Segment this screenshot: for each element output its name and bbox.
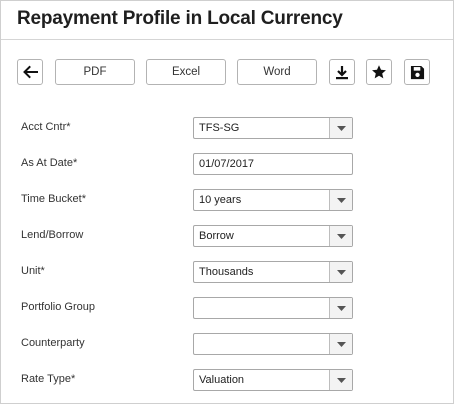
as-at-date-label: As At Date* [21, 157, 78, 169]
chevron-down-icon[interactable] [329, 370, 352, 390]
arrow-left-icon [22, 65, 38, 79]
chevron-down-icon[interactable] [329, 226, 352, 246]
word-button[interactable]: Word [237, 59, 317, 85]
counterparty-label: Counterparty [21, 337, 85, 349]
acct-cntr-value: TFS-SG [199, 122, 240, 134]
acct-cntr-select[interactable]: TFS-SG [193, 117, 353, 139]
floppy-disk-icon [410, 65, 425, 80]
report-panel: Repayment Profile in Local Currency PDF … [0, 0, 454, 404]
chevron-down-icon[interactable] [329, 262, 352, 282]
portfolio-group-select[interactable] [193, 297, 353, 319]
as-at-date-input[interactable] [194, 154, 352, 174]
time-bucket-label: Time Bucket* [21, 193, 87, 205]
as-at-date-field [193, 153, 353, 175]
save-button[interactable] [404, 59, 430, 85]
lend-borrow-value: Borrow [199, 230, 234, 242]
unit-label: Unit* [21, 265, 45, 277]
portfolio-group-label: Portfolio Group [21, 301, 95, 313]
lend-borrow-label: Lend/Borrow [21, 229, 84, 241]
star-icon [371, 64, 387, 80]
favorite-button[interactable] [366, 59, 392, 85]
lend-borrow-select[interactable]: Borrow [193, 225, 353, 247]
time-bucket-value: 10 years [199, 194, 242, 206]
page-title: Repayment Profile in Local Currency [17, 8, 343, 29]
chevron-down-icon[interactable] [329, 118, 352, 138]
unit-select[interactable]: Thousands [193, 261, 353, 283]
download-icon [335, 65, 349, 80]
pdf-button[interactable]: PDF [55, 59, 135, 85]
excel-button[interactable]: Excel [146, 59, 226, 85]
chevron-down-icon[interactable] [329, 298, 352, 318]
time-bucket-select[interactable]: 10 years [193, 189, 353, 211]
chevron-down-icon[interactable] [329, 190, 352, 210]
back-button[interactable] [17, 59, 43, 85]
unit-value: Thousands [199, 266, 254, 278]
rate-type-label: Rate Type* [21, 373, 76, 385]
rate-type-value: Valuation [199, 374, 245, 386]
chevron-down-icon[interactable] [329, 334, 352, 354]
acct-cntr-label: Acct Cntr* [21, 121, 71, 133]
rate-type-select[interactable]: Valuation [193, 369, 353, 391]
title-divider [1, 39, 453, 40]
download-button[interactable] [329, 59, 355, 85]
counterparty-select[interactable] [193, 333, 353, 355]
